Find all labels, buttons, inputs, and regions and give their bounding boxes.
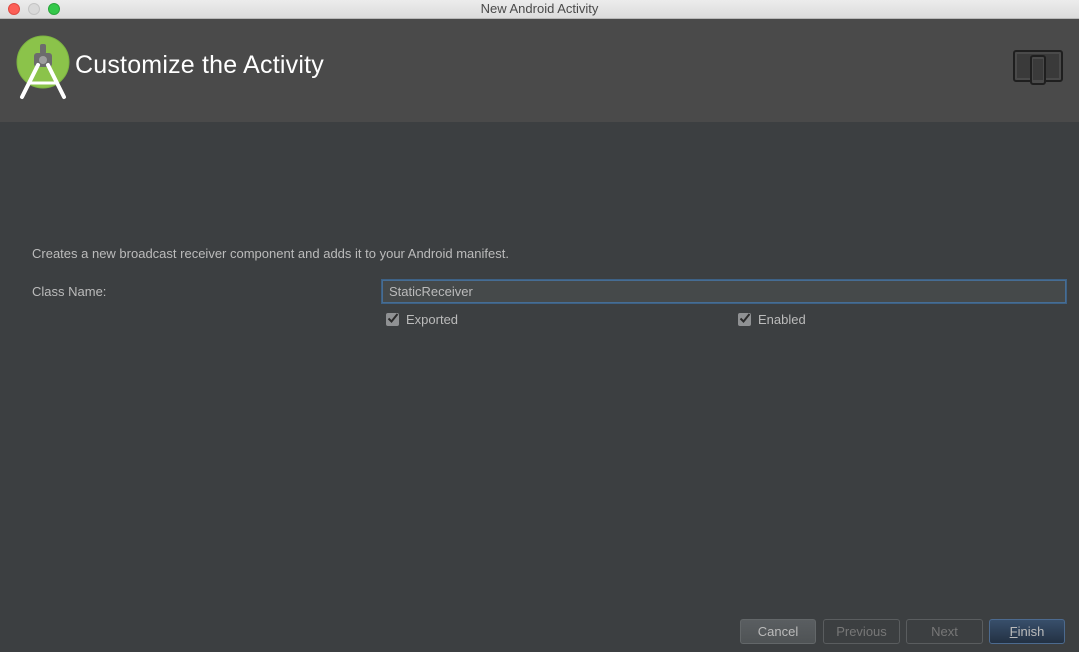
exported-label: Exported	[406, 311, 459, 327]
page-title: Customize the Activity	[75, 51, 324, 79]
enabled-checkbox[interactable]	[738, 312, 751, 326]
checkmark-icon	[739, 312, 751, 323]
cancel-button[interactable]: Cancel	[740, 619, 816, 644]
android-studio-logo-icon	[16, 35, 70, 99]
window-title: New Android Activity	[480, 1, 599, 16]
tablet-phone-device-icon	[1013, 50, 1063, 85]
next-button[interactable]: Next	[906, 619, 983, 644]
exported-checkbox[interactable]	[386, 312, 399, 326]
dialog-window: New Android Activity Customize the Activ…	[0, 0, 1079, 652]
previous-button[interactable]: Previous	[823, 619, 900, 644]
finish-label: inish	[1017, 624, 1045, 639]
checkmark-icon	[387, 312, 399, 323]
class-name-label: Class Name:	[32, 284, 107, 299]
title-bar: New Android Activity	[0, 0, 1079, 19]
class-name-input[interactable]	[382, 280, 1066, 303]
description-text: Creates a new broadcast receiver compone…	[32, 246, 509, 261]
header-banner: Customize the Activity	[0, 19, 1079, 122]
finish-button[interactable]: Finish	[989, 619, 1065, 644]
finish-mnemonic: F	[1009, 624, 1018, 639]
enabled-label: Enabled	[758, 311, 806, 327]
exported-checkbox-row[interactable]: Exported	[386, 311, 458, 327]
enabled-checkbox-row[interactable]: Enabled	[738, 311, 806, 327]
